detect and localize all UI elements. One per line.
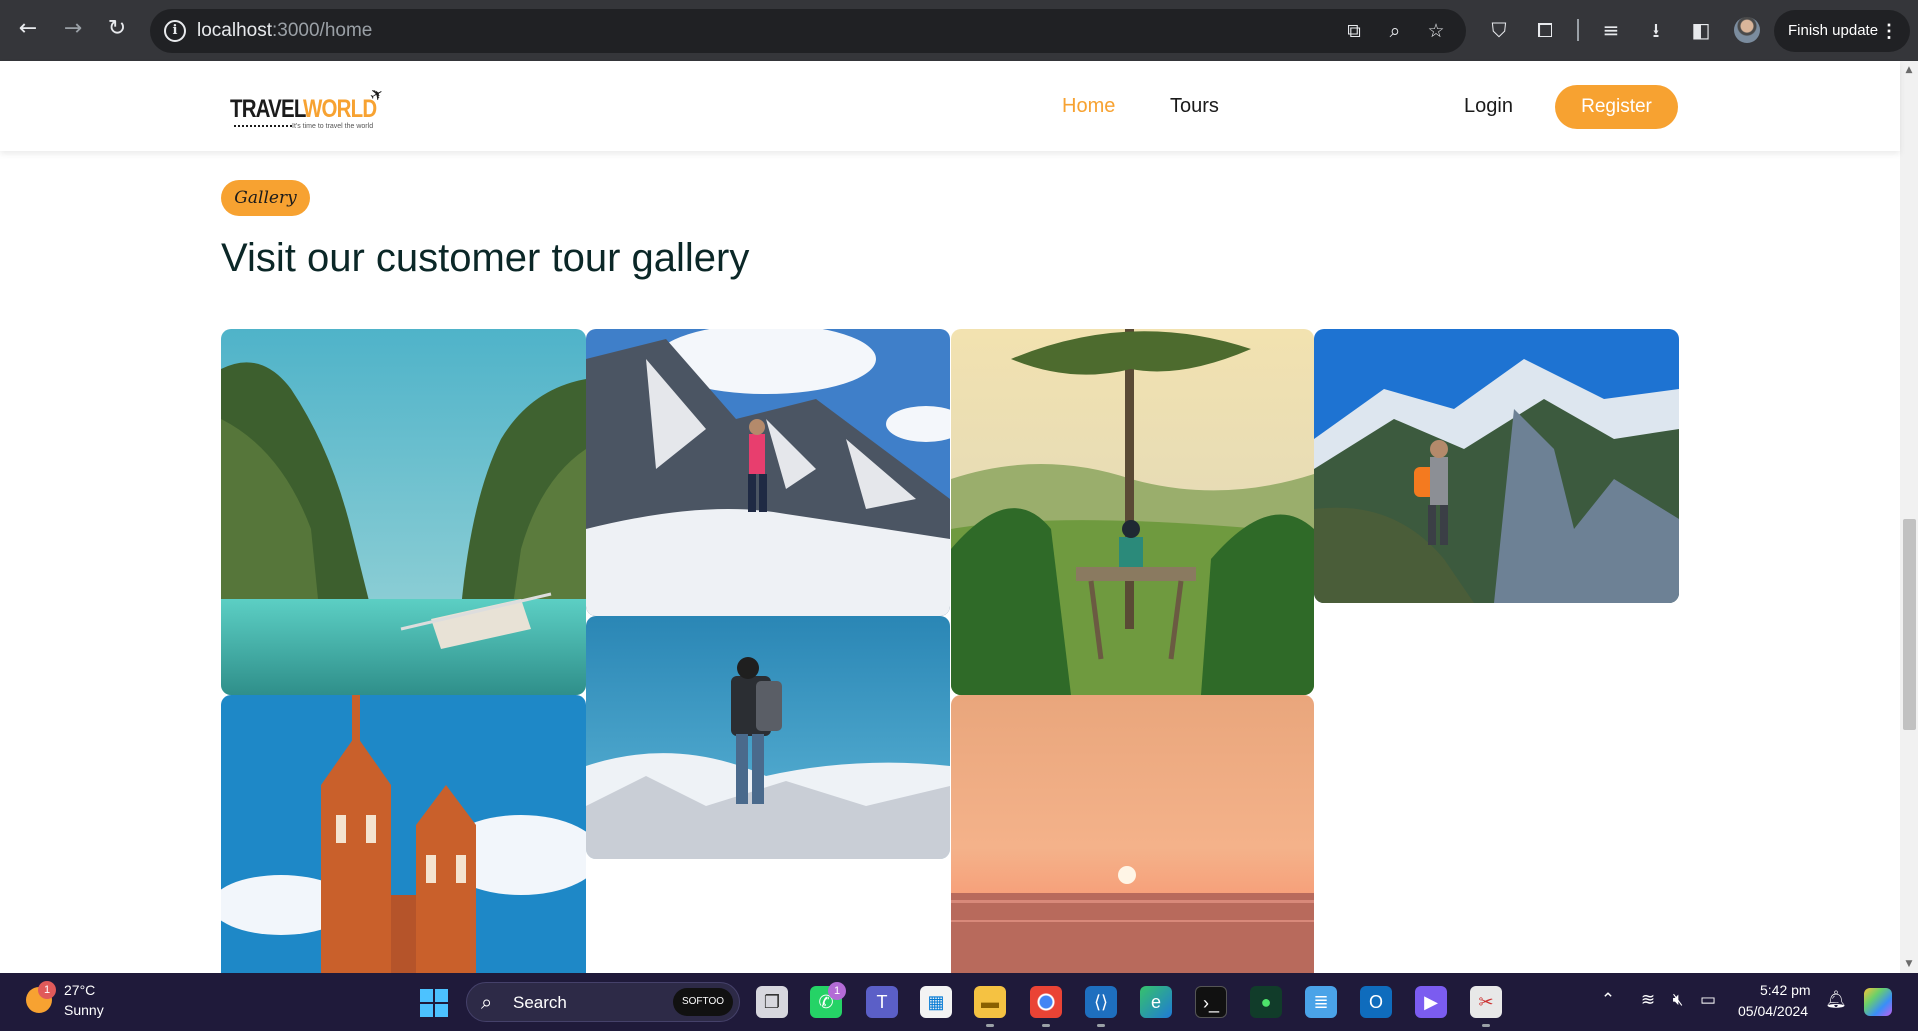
logo-word-world: WORLD xyxy=(303,95,377,123)
download-icon[interactable]: ⭳ xyxy=(1643,17,1669,43)
taskbar-search[interactable]: ⌕ Search SOFTOO xyxy=(466,982,740,1022)
terminal-icon[interactable]: ›_ xyxy=(1195,986,1227,1018)
clock-time[interactable]: 5:42 pm xyxy=(1760,982,1811,998)
power-automate-icon[interactable]: ▶ xyxy=(1415,986,1447,1018)
nav-tours[interactable]: Tours xyxy=(1170,95,1219,118)
gallery-photo-orange-backpack[interactable] xyxy=(1314,329,1679,603)
login-button[interactable]: Login xyxy=(1464,95,1513,118)
gallery-photo-snow-hiker[interactable] xyxy=(586,329,950,616)
page-scrollbar-thumb[interactable] xyxy=(1903,519,1916,730)
gallery-photo-church[interactable] xyxy=(221,695,586,973)
weather-temp[interactable]: 27°C xyxy=(64,982,95,998)
chrome-icon[interactable] xyxy=(1030,986,1062,1018)
weather-condition[interactable]: Sunny xyxy=(64,1002,104,1018)
finish-update-button[interactable]: Finish update ⋮ xyxy=(1774,10,1910,52)
bookmark-star-icon[interactable]: ☆ xyxy=(1424,19,1448,43)
gallery-photo-tree-platform[interactable] xyxy=(951,329,1314,695)
outlook-icon[interactable]: O xyxy=(1360,986,1392,1018)
nav-home[interactable]: Home xyxy=(1062,95,1115,118)
page-scrollbar-track[interactable] xyxy=(1900,61,1918,973)
browser-toolbar: ← → ↻ i localhost:3000/home ⧉ ⌕ ☆ ⛉ ⧠ ≡ … xyxy=(0,0,1918,61)
gallery-photo-backpacker[interactable] xyxy=(586,616,950,859)
back-icon[interactable]: ← xyxy=(14,15,42,43)
profile-avatar[interactable] xyxy=(1734,17,1760,43)
start-windows-icon[interactable] xyxy=(420,989,448,1017)
menu-dots-icon: ⋮ xyxy=(1880,21,1898,41)
register-button[interactable]: Register xyxy=(1555,85,1678,129)
gallery-photo-sunset[interactable] xyxy=(951,695,1314,973)
edge-icon[interactable]: e xyxy=(1140,986,1172,1018)
search-placeholder: Search xyxy=(513,993,567,1012)
logo-tagline: It's time to travel the world xyxy=(292,123,374,130)
whatsapp-badge: 1 xyxy=(828,982,846,1000)
side-panel-icon[interactable]: ◧ xyxy=(1688,17,1714,43)
notification-bell-icon[interactable]: 🔔︎ xyxy=(1824,990,1848,1010)
url-text[interactable]: localhost:3000/home xyxy=(197,20,372,42)
file-explorer-icon[interactable]: ▬ xyxy=(974,986,1006,1018)
running-indicator xyxy=(986,1024,994,1027)
weather-badge: 1 xyxy=(38,981,56,999)
vscode-icon[interactable]: ⟨⟩ xyxy=(1085,986,1117,1018)
extensions-puzzle-icon[interactable]: ⧠ xyxy=(1532,17,1558,43)
search-brand-badge: SOFTOO xyxy=(673,988,733,1016)
url-host: localhost xyxy=(197,20,272,41)
toolbar-divider xyxy=(1577,19,1579,41)
gallery-title: Visit our customer tour gallery xyxy=(221,236,750,280)
copilot-icon[interactable] xyxy=(1864,988,1892,1016)
address-bar[interactable]: i localhost:3000/home ⧉ ⌕ ☆ xyxy=(150,9,1466,53)
media-queue-icon[interactable]: ≡ xyxy=(1598,17,1624,43)
gallery-badge: Gallery xyxy=(221,180,310,216)
install-app-icon[interactable]: ⧉ xyxy=(1342,19,1366,43)
mongodb-icon[interactable]: ● xyxy=(1250,986,1282,1018)
url-path: :3000/home xyxy=(272,20,373,41)
task-view-icon[interactable]: ❐ xyxy=(756,986,788,1018)
site-info-icon[interactable]: i xyxy=(164,20,186,42)
gallery-photo-lagoon[interactable] xyxy=(221,329,586,695)
tray-chevron-up-icon[interactable]: ⌃ xyxy=(1596,990,1620,1010)
zoom-icon[interactable]: ⌕ xyxy=(1383,19,1407,43)
running-indicator xyxy=(1042,1024,1050,1027)
clock-date[interactable]: 05/04/2024 xyxy=(1738,1003,1808,1019)
running-indicator xyxy=(1482,1024,1490,1027)
logo-flight-path xyxy=(234,125,292,127)
volume-muted-icon[interactable]: 🔇︎ xyxy=(1666,990,1690,1010)
travelworld-logo[interactable]: TRAVEL WORLD ✈ It's time to travel the w… xyxy=(230,83,390,137)
scroll-up-arrow-icon[interactable]: ▲ xyxy=(1902,63,1916,77)
search-icon: ⌕ xyxy=(481,990,493,1014)
wifi-icon[interactable]: ≋ xyxy=(1636,990,1660,1010)
site-header: TRAVEL WORLD ✈ It's time to travel the w… xyxy=(0,61,1900,151)
windows-taskbar: 1 27°C Sunny ⌕ Search SOFTOO ❐ ✆ 1 T ▦ ▬… xyxy=(0,973,1918,1031)
store-icon[interactable]: ▦ xyxy=(920,986,952,1018)
battery-icon[interactable]: ▭ xyxy=(1696,990,1720,1010)
finish-update-label: Finish update xyxy=(1788,22,1879,39)
shield-extension-icon[interactable]: ⛉ xyxy=(1486,17,1512,43)
forward-icon[interactable]: → xyxy=(59,15,87,43)
logo-word-travel: TRAVEL xyxy=(230,95,306,123)
running-indicator xyxy=(1097,1024,1105,1027)
teams-icon[interactable]: T xyxy=(866,986,898,1018)
snipping-tool-icon[interactable]: ✂ xyxy=(1470,986,1502,1018)
notepad-icon[interactable]: ≣ xyxy=(1305,986,1337,1018)
scroll-down-arrow-icon[interactable]: ▼ xyxy=(1902,957,1916,971)
reload-icon[interactable]: ↻ xyxy=(103,15,131,43)
